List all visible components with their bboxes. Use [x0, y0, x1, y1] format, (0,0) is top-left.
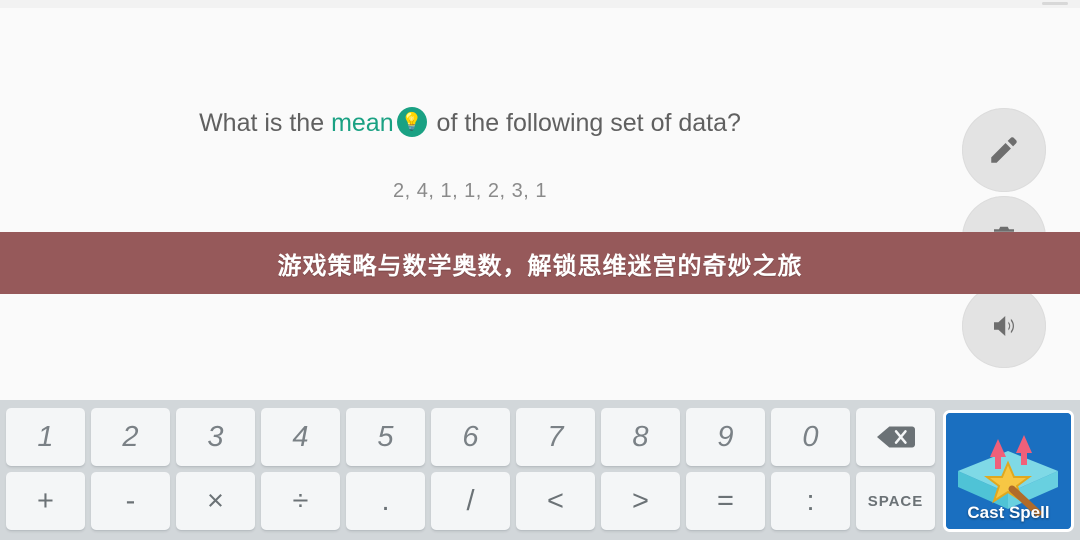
key-2[interactable]: 2 [91, 408, 170, 466]
key-slash[interactable]: / [431, 472, 510, 530]
key-3[interactable]: 3 [176, 408, 255, 466]
sound-button[interactable] [962, 284, 1046, 368]
speaker-icon [994, 316, 1014, 336]
keypad-row-numbers: 1 2 3 4 5 6 7 8 9 0 [6, 408, 937, 466]
question-text: What is the mean 💡 of the following set o… [0, 107, 940, 138]
key-9[interactable]: 9 [686, 408, 765, 466]
on-screen-keypad: 1 2 3 4 5 6 7 8 9 0 + - × ÷ . / < > =: … [0, 400, 1080, 540]
question-prefix: What is the [199, 108, 332, 137]
key-period[interactable]: . [346, 472, 425, 530]
key-plus[interactable]: + [6, 472, 85, 530]
key-minus[interactable]: - [91, 472, 170, 530]
key-equals[interactable]: = [686, 472, 765, 530]
data-set-text: 2, 4, 1, 1, 2, 3, 1 [392, 180, 548, 202]
key-colon[interactable]: : [771, 472, 850, 530]
key-greater-than[interactable]: > [601, 472, 680, 530]
promo-banner-text: 游戏策略与数学奥数，解锁思维迷宫的奇妙之旅 [277, 252, 803, 280]
question-area: What is the mean 💡 of the following set o… [0, 8, 940, 388]
key-0[interactable]: 0 [771, 408, 850, 466]
pencil-icon [991, 137, 1017, 163]
key-less-than[interactable]: < [516, 472, 595, 530]
key-5[interactable]: 5 [346, 408, 425, 466]
edit-button[interactable] [962, 108, 1046, 192]
question-suffix: of the following set of data? [429, 108, 741, 137]
key-multiply[interactable]: × [176, 472, 255, 530]
cast-spell-button[interactable]: Cast Spell [943, 410, 1074, 532]
math-quiz-screen: What is the mean 💡 of the following set o… [0, 0, 1080, 540]
key-backspace[interactable] [856, 408, 935, 466]
question-keyword: mean [331, 108, 394, 137]
key-8[interactable]: 8 [601, 408, 680, 466]
scrollbar-thumb[interactable] [1042, 2, 1068, 5]
promo-banner: 游戏策略与数学奥数，解锁思维迷宫的奇妙之旅 [0, 232, 1080, 294]
key-1[interactable]: 1 [6, 408, 85, 466]
cast-spell-label: Cast Spell [967, 503, 1050, 522]
key-6[interactable]: 6 [431, 408, 510, 466]
key-7[interactable]: 7 [516, 408, 595, 466]
keypad-row-operators: + - × ÷ . / < > = : SPACE [6, 472, 937, 530]
lightbulb-icon[interactable]: 💡 [396, 107, 427, 138]
key-4[interactable]: 4 [261, 408, 340, 466]
top-scroll-sliver [0, 0, 1080, 8]
key-space[interactable]: SPACE [856, 472, 935, 530]
keypad-rows: 1 2 3 4 5 6 7 8 9 0 + - × ÷ . / < > =: … [6, 408, 937, 530]
backspace-icon [876, 426, 915, 448]
key-divide[interactable]: ÷ [261, 472, 340, 530]
